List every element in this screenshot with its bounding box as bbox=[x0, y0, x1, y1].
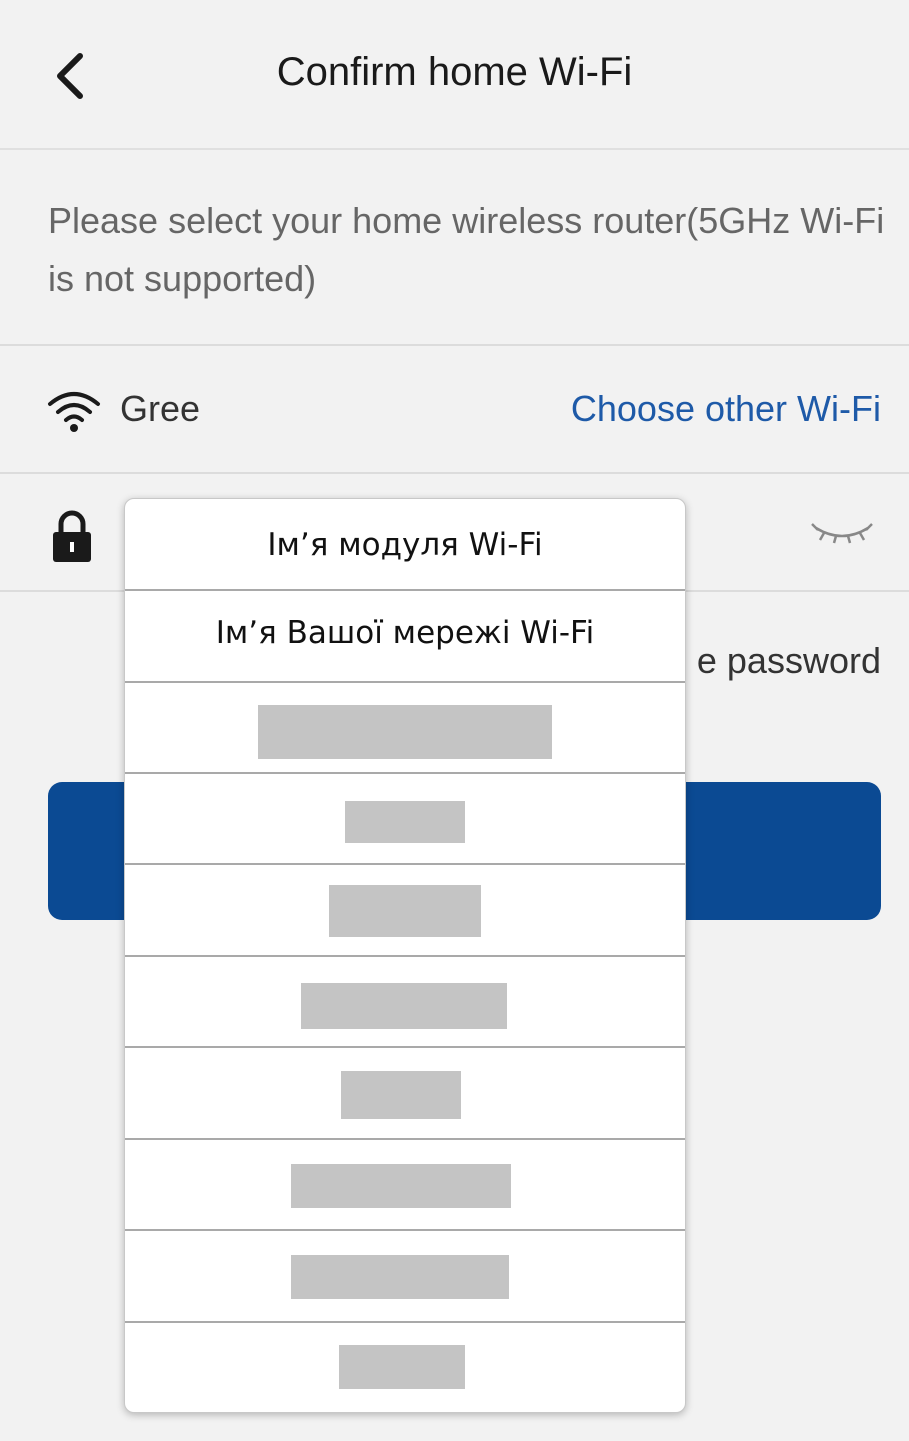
popup-row-redacted bbox=[125, 683, 685, 774]
page-title: Confirm home Wi-Fi bbox=[276, 50, 633, 94]
popup-row-redacted bbox=[125, 957, 685, 1048]
redacted-block bbox=[329, 885, 481, 937]
redacted-block bbox=[345, 801, 465, 843]
popup-row-redacted bbox=[125, 774, 685, 865]
popup-row-network-name: Ім’я Вашої мережі Wi-Fi bbox=[125, 591, 685, 683]
wifi-icon bbox=[48, 392, 100, 432]
popup-row-redacted bbox=[125, 1323, 685, 1412]
redacted-block bbox=[339, 1345, 465, 1389]
instruction-text: Please select your home wireless router(… bbox=[48, 200, 885, 299]
module-name-label: Ім’я модуля Wi-Fi bbox=[267, 527, 543, 563]
redacted-block bbox=[341, 1071, 461, 1119]
network-name-label: Ім’я Вашої мережі Wi-Fi bbox=[215, 615, 595, 651]
redacted-block bbox=[301, 983, 507, 1029]
redacted-block bbox=[291, 1255, 509, 1299]
popup-row-redacted bbox=[125, 865, 685, 957]
wifi-network-name: Gree bbox=[120, 388, 201, 429]
remember-password-label[interactable]: e password bbox=[697, 640, 881, 682]
screen: Confirm home Wi-Fi Please select your ho… bbox=[0, 0, 909, 1441]
popup-row-module-name: Ім’я модуля Wi-Fi bbox=[125, 499, 685, 591]
lock-icon bbox=[53, 510, 91, 562]
redacted-block bbox=[291, 1164, 511, 1208]
choose-other-wifi-link[interactable]: Choose other Wi-Fi bbox=[571, 388, 881, 430]
popup-row-redacted bbox=[125, 1231, 685, 1323]
annotation-popup: Ім’я модуля Wi-Fi Ім’я Вашої мережі Wi-F… bbox=[124, 498, 686, 1413]
eye-closed-icon[interactable] bbox=[810, 520, 874, 544]
popup-row-redacted bbox=[125, 1140, 685, 1231]
divider bbox=[0, 472, 909, 474]
popup-row-redacted bbox=[125, 1048, 685, 1140]
divider bbox=[0, 344, 909, 346]
header-bar: Confirm home Wi-Fi bbox=[0, 0, 909, 150]
redacted-block bbox=[258, 705, 552, 759]
